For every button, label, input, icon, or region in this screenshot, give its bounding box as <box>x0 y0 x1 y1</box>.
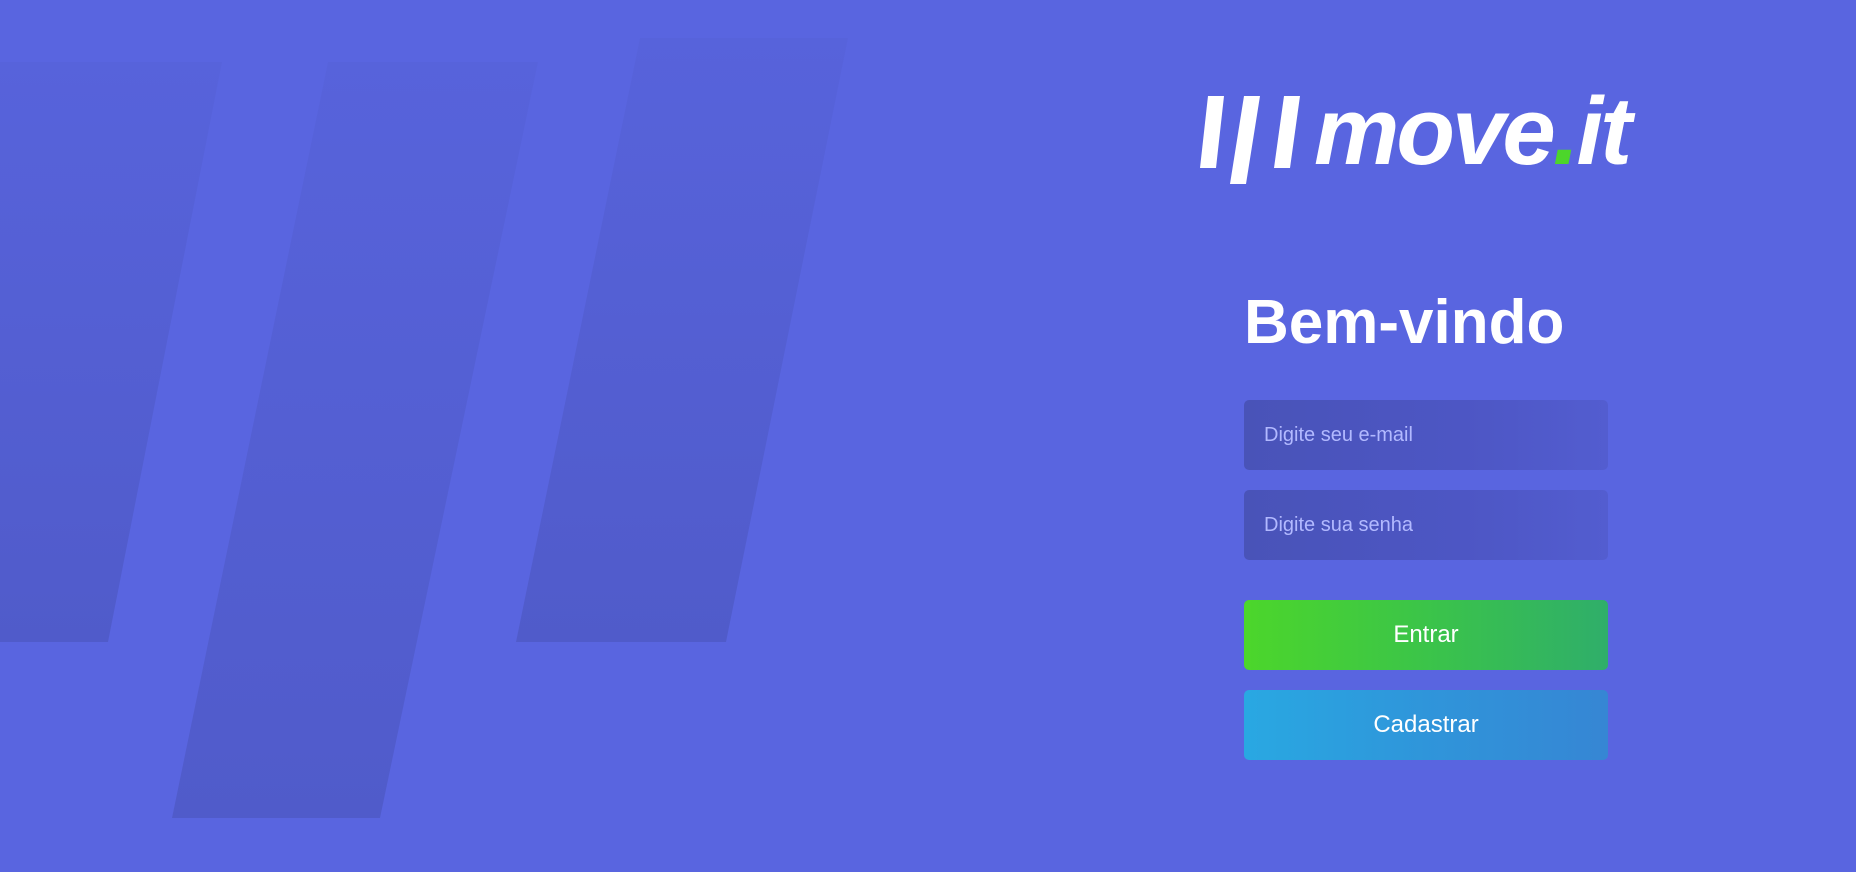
brand-logo: move.it <box>1200 84 1656 200</box>
brand-logo-dot: . <box>1552 78 1580 185</box>
background-stripe-middle <box>172 62 538 818</box>
login-button-label: Entrar <box>1393 621 1459 648</box>
password-input[interactable] <box>1244 490 1608 560</box>
background-stripe-left <box>0 62 222 642</box>
brand-logo-suffix: it <box>1576 78 1632 185</box>
brand-logo-wordmark: move.it <box>1314 84 1632 180</box>
signup-button-label: Cadastrar <box>1373 711 1479 738</box>
signup-button[interactable]: Cadastrar <box>1244 690 1608 760</box>
triple-slash-logo-icon <box>1200 96 1300 184</box>
brand-logo-word: move <box>1314 78 1556 185</box>
login-button[interactable]: Entrar <box>1244 600 1608 670</box>
welcome-heading: Bem-vindo <box>1244 288 1565 357</box>
email-input[interactable] <box>1244 400 1608 470</box>
background-stripe-right <box>516 38 848 642</box>
